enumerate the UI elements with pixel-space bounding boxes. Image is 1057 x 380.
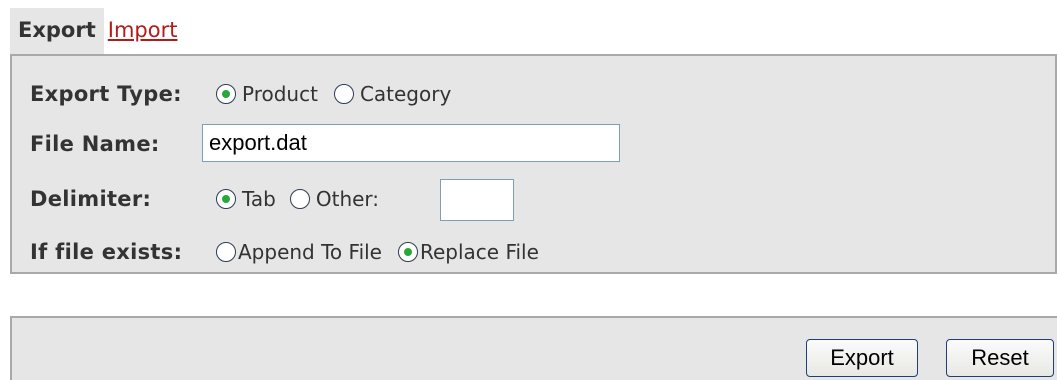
tab-import[interactable]: Import (104, 8, 186, 54)
radio-unchecked-icon (333, 84, 354, 104)
export-type-label: Export Type: (30, 82, 182, 106)
export-type-product-radio[interactable]: Product (216, 82, 318, 106)
delimiter-label: Delimiter: (30, 187, 152, 211)
radio-checked-icon (216, 84, 236, 104)
tab-bar: Export Import (10, 8, 185, 54)
replace-file-label: Replace File (419, 240, 539, 264)
if-file-exists-row: If file exists: Append To File Replace F… (30, 232, 539, 272)
action-bar: Export Reset (10, 316, 1057, 380)
delimiter-row: Delimiter: Tab Other: (30, 179, 379, 219)
delimiter-tab-label: Tab (242, 187, 276, 211)
export-type-product-label: Product (242, 82, 318, 106)
delimiter-other-radio[interactable]: Other: (289, 187, 380, 211)
radio-checked-icon (397, 242, 418, 262)
delimiter-tab-radio[interactable]: Tab (216, 187, 276, 211)
radio-unchecked-icon (216, 242, 236, 262)
delimiter-other-input[interactable] (440, 179, 514, 221)
if-file-exists-label: If file exists: (30, 240, 183, 264)
export-type-row: Export Type: Product Category (30, 74, 451, 114)
export-type-category-label: Category (359, 82, 452, 106)
replace-file-radio[interactable]: Replace File (397, 240, 539, 264)
radio-checked-icon (216, 189, 236, 209)
export-type-category-radio[interactable]: Category (333, 82, 452, 106)
export-button[interactable]: Export (806, 339, 918, 377)
file-name-label: File Name: (30, 132, 160, 156)
delimiter-other-label: Other: (315, 187, 380, 211)
radio-unchecked-icon (289, 189, 310, 209)
reset-button[interactable]: Reset (946, 339, 1054, 377)
file-name-input[interactable] (202, 124, 620, 162)
file-name-row: File Name: (30, 124, 160, 164)
tab-export[interactable]: Export (10, 8, 104, 54)
append-to-file-radio[interactable]: Append To File (216, 240, 382, 264)
export-form-panel: Export Type: Product Category File Name:… (10, 54, 1057, 274)
append-to-file-label: Append To File (238, 240, 382, 264)
